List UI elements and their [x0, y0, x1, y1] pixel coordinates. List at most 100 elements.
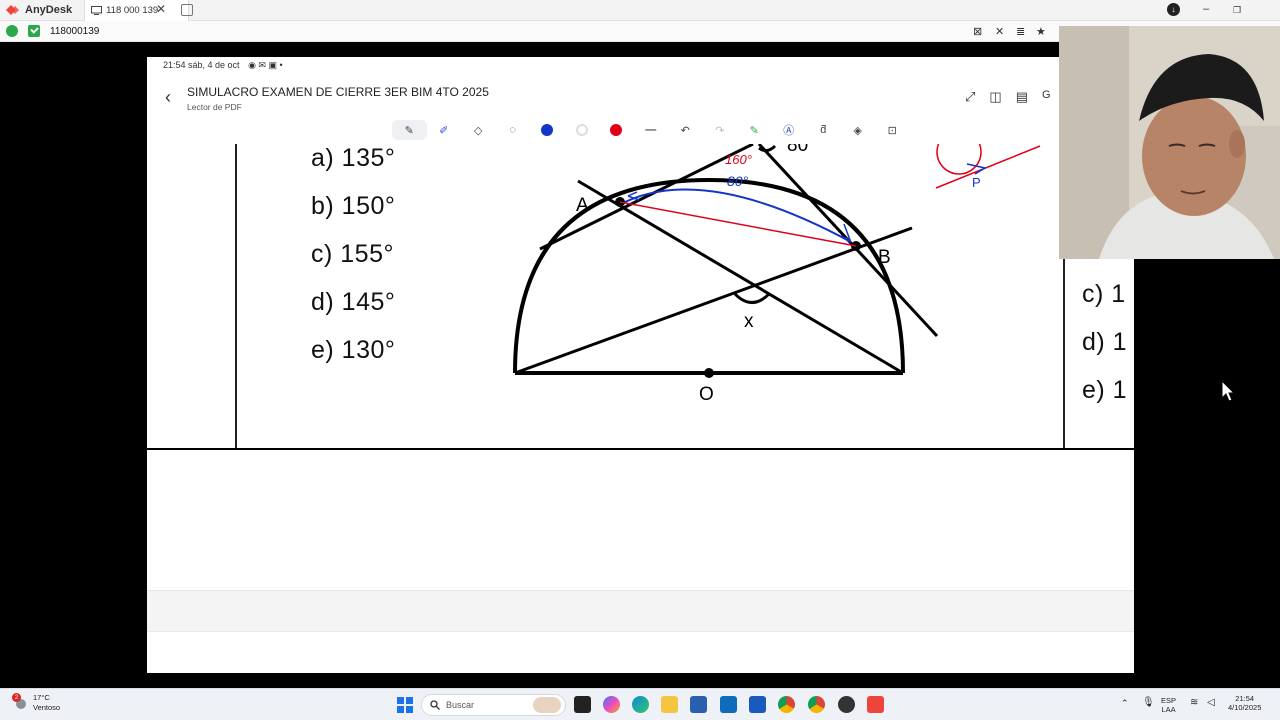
webcam-person-image — [1059, 26, 1280, 259]
language-line1: ESP — [1161, 696, 1177, 705]
header-actions: ⤢ ◫ ▤ G — [965, 89, 1051, 105]
chrome-profile-icon[interactable] — [808, 696, 825, 713]
tangent-a — [539, 144, 754, 251]
microphone-icon[interactable]: 🎙 — [1142, 698, 1155, 708]
app-icon[interactable] — [838, 696, 855, 713]
connection-status-icon — [6, 25, 18, 37]
account-icon[interactable]: ↓ — [1167, 3, 1180, 16]
volume-icon[interactable]: ◁ — [1207, 698, 1215, 708]
restore-icon[interactable]: ❐ — [1233, 5, 1241, 16]
weather-widget[interactable]: 2 17°C Ventoso — [12, 693, 60, 713]
label-a: A — [576, 195, 589, 216]
label-x: x — [744, 311, 754, 332]
display-settings-icon[interactable]: ⊠ — [973, 25, 982, 38]
screen: AnyDesk 118 000 139 ✕ ↓ – ❐ 118000139 ⊠ … — [0, 0, 1280, 720]
color-white[interactable] — [565, 120, 600, 140]
anydesk-app-name: AnyDesk — [25, 4, 73, 16]
redo-icon[interactable]: ↷ — [703, 120, 738, 140]
geometry-figure: A B x O 80° 160° 80° P — [513, 144, 1041, 405]
back-arrow-icon[interactable]: ‹ — [165, 87, 171, 108]
text-recognize-icon[interactable]: Ⓐ — [772, 120, 807, 140]
store-icon[interactable] — [690, 696, 707, 713]
task-view-icon[interactable] — [574, 696, 591, 713]
actions-icon[interactable]: ✕ — [995, 25, 1004, 38]
lasso-icon[interactable]: ◌ — [496, 120, 531, 140]
text-extract-icon[interactable]: ƌ — [806, 120, 841, 140]
eraser-icon[interactable]: ◇ — [461, 120, 496, 140]
notification-badge: 2 — [12, 693, 21, 702]
pdf-header: ‹ SIMULACRO EXAMEN DE CIERRE 3ER BIM 4TO… — [147, 79, 1134, 119]
close-tab-icon[interactable]: ✕ — [156, 2, 166, 16]
taskbar: 2 17°C Ventoso Buscar ⌃ 🎙 ESP LAA ≋ ◁ 21… — [0, 688, 1280, 720]
session-tab[interactable]: 118 000 139 — [84, 0, 190, 21]
shapes-icon[interactable]: ◈ — [841, 120, 876, 140]
anydesk-logo-icon — [6, 4, 20, 16]
expand-icon[interactable]: ⤢ — [965, 89, 975, 105]
file-explorer-icon[interactable] — [661, 696, 678, 713]
blue-angle-annotation: 80° — [727, 173, 749, 189]
corner-red-circle — [936, 144, 982, 175]
monitor-icon — [91, 5, 103, 15]
red-angle-annotation: 160° — [725, 152, 752, 167]
file-transfer-icon[interactable]: ≣ — [1016, 25, 1025, 38]
undo-icon[interactable]: ↶ — [668, 120, 703, 140]
angle-x-arc — [733, 292, 771, 304]
pen-toolbar: ✎ ✐ ◇ ◌ — ↶ ↷ ✎ Ⓐ ƌ ◈ ⊡ — [392, 120, 910, 140]
color-red[interactable] — [599, 120, 634, 140]
search-highlight-icon — [533, 697, 561, 713]
favorite-icon[interactable]: ★ — [1036, 25, 1046, 38]
chrome-icon[interactable] — [778, 696, 795, 713]
chord-b — [514, 226, 913, 375]
weather-temp: 17°C — [33, 693, 50, 702]
anydesk-taskbar-icon[interactable] — [867, 696, 884, 713]
minimize-icon[interactable]: – — [1203, 3, 1209, 15]
webcam-overlay — [1059, 26, 1280, 259]
document-subtitle: Lector de PDF — [187, 102, 242, 112]
highlighter-icon[interactable]: ✐ — [427, 120, 462, 140]
taskbar-search[interactable]: Buscar — [421, 694, 566, 716]
anydesk-titlebar: AnyDesk 118 000 139 ✕ ↓ – ❐ — [0, 0, 1280, 21]
top-angle-label: 80° — [787, 144, 816, 156]
clock[interactable]: 21:54 4/10/2025 — [1228, 694, 1261, 712]
corner-red-line — [935, 145, 1041, 189]
blue-arc — [624, 188, 852, 243]
pen-icon[interactable]: ✎ — [392, 120, 427, 140]
corner-label-p: P — [972, 175, 981, 190]
new-tab-icon[interactable] — [181, 4, 193, 16]
chord-a — [577, 179, 904, 375]
tablet-clock: 21:54 sáb, 4 de oct — [163, 60, 240, 70]
clock-date: 4/10/2025 — [1228, 703, 1262, 712]
header-cut-label[interactable]: G — [1042, 89, 1051, 105]
page-gap-band — [147, 590, 1134, 632]
color-blue[interactable] — [530, 120, 565, 140]
edge-icon[interactable] — [632, 696, 649, 713]
copilot-icon[interactable] — [603, 696, 620, 713]
center-point — [704, 368, 714, 378]
session-tab-label: 118 000 139 — [106, 4, 159, 16]
wifi-icon[interactable]: ≋ — [1190, 698, 1198, 708]
worksheet-page: a) 135° b) 150° c) 155° d) 145° e) 130° … — [147, 144, 1134, 450]
more-tools-icon[interactable]: ⊡ — [875, 120, 910, 140]
save-icon[interactable]: ▤ — [1016, 89, 1028, 105]
remote-screen[interactable]: 21:54 sáb, 4 de oct ◉ ✉ ▣ • ‹ SIMULACRO … — [147, 57, 1134, 673]
tray-overflow-icon[interactable]: ⌃ — [1121, 699, 1129, 708]
address-field[interactable]: 118000139 — [50, 26, 99, 37]
document-title: SIMULACRO EXAMEN DE CIERRE 3ER BIM 4TO 2… — [187, 85, 489, 99]
secure-connection-icon — [28, 25, 40, 37]
label-o: O — [699, 384, 714, 405]
stroke-width-icon[interactable]: — — [634, 120, 669, 140]
outlook-icon[interactable] — [720, 696, 737, 713]
tablet-status-bar: 21:54 sáb, 4 de oct ◉ ✉ ▣ • — [163, 60, 283, 71]
start-button[interactable] — [397, 697, 413, 713]
clock-time: 21:54 — [1235, 694, 1255, 703]
search-placeholder: Buscar — [446, 700, 475, 710]
language-indicator[interactable]: ESP LAA — [1161, 696, 1176, 714]
ai-pen-icon[interactable]: ✎ — [737, 120, 772, 140]
notification-icons: ◉ ✉ ▣ • — [248, 60, 283, 70]
semicircle-arc — [513, 177, 905, 374]
weather-icon: 2 — [12, 693, 28, 710]
search-icon — [430, 700, 440, 710]
word-icon[interactable] — [749, 696, 766, 713]
language-line2: LAA — [1161, 705, 1176, 714]
split-view-icon[interactable]: ◫ — [989, 89, 1001, 105]
